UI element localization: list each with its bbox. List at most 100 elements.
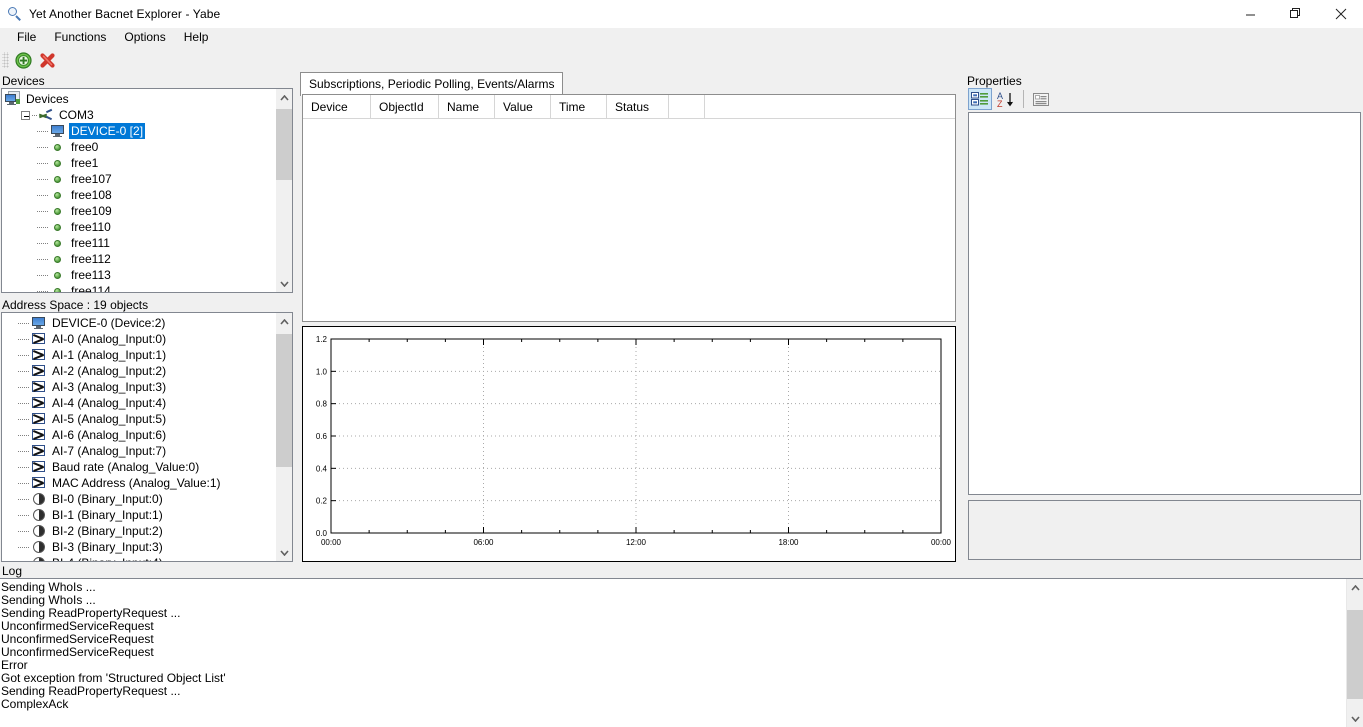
scroll-up-icon[interactable]	[276, 313, 293, 330]
tree-connector	[37, 227, 49, 228]
devices-tree-scrollbar[interactable]	[275, 89, 292, 292]
scroll-down-icon[interactable]	[276, 544, 293, 561]
scrollbar-thumb[interactable]	[1347, 610, 1363, 700]
devices-tree-item[interactable]: free109	[2, 203, 274, 219]
tree-connector	[18, 483, 30, 484]
scroll-up-icon[interactable]	[276, 89, 293, 106]
tree-connector	[32, 115, 37, 116]
analog-input-icon	[31, 363, 47, 379]
address-space-tree-item-label: AI-4 (Analog_Input:4)	[50, 395, 168, 411]
property-pages-button[interactable]	[1029, 88, 1053, 110]
tree-connector	[37, 275, 49, 276]
remove-device-button[interactable]	[35, 49, 59, 71]
scrollbar-thumb[interactable]	[276, 334, 293, 467]
address-space-tree-item[interactable]: BI-2 (Binary_Input:2)	[2, 523, 274, 539]
devices-tree-item[interactable]: free107	[2, 171, 274, 187]
tree-connector	[18, 547, 30, 548]
trend-chart-panel[interactable]: 0.00.20.40.60.81.01.200:0006:0012:0018:0…	[302, 326, 956, 562]
address-space-tree-item[interactable]: AI-7 (Analog_Input:7)	[2, 443, 274, 459]
devices-tree-item[interactable]: COM3	[2, 107, 274, 123]
address-space-tree-item[interactable]: AI-1 (Analog_Input:1)	[2, 347, 274, 363]
devices-tree-item[interactable]: DEVICE-0 [2]	[2, 123, 274, 139]
scrollbar-track[interactable]	[276, 330, 292, 544]
address-space-tree-item[interactable]: BI-1 (Binary_Input:1)	[2, 507, 274, 523]
menu-functions[interactable]: Functions	[45, 28, 115, 47]
tab-subscriptions[interactable]: Subscriptions, Periodic Polling, Events/…	[300, 72, 563, 96]
address-space-tree-item[interactable]: DEVICE-0 (Device:2)	[2, 315, 274, 331]
address-space-tree-item-label: AI-7 (Analog_Input:7)	[50, 443, 168, 459]
address-space-tree-item[interactable]: BI-3 (Binary_Input:3)	[2, 539, 274, 555]
green-dot-icon	[50, 219, 66, 235]
address-space-tree-item[interactable]: AI-3 (Analog_Input:3)	[2, 379, 274, 395]
add-device-button[interactable]	[11, 49, 35, 71]
properties-grid[interactable]	[968, 112, 1361, 495]
grid-column-header[interactable]: ObjectId	[371, 95, 439, 118]
devices-tree-item[interactable]: free108	[2, 187, 274, 203]
scrollbar-track[interactable]	[1347, 596, 1363, 710]
devices-tree-item[interactable]: free111	[2, 235, 274, 251]
scroll-down-icon[interactable]	[276, 275, 293, 292]
address-space-tree-item[interactable]: AI-5 (Analog_Input:5)	[2, 411, 274, 427]
tree-connector	[18, 323, 30, 324]
tree-connector	[37, 131, 49, 132]
scrollbar-track[interactable]	[276, 106, 292, 275]
menu-options[interactable]: Options	[115, 28, 174, 47]
grid-column-header[interactable]: Name	[439, 95, 495, 118]
tree-connector	[18, 355, 30, 356]
green-dot-icon	[50, 251, 66, 267]
address-space-tree-item-label: AI-5 (Analog_Input:5)	[50, 411, 168, 427]
scroll-up-icon[interactable]	[1347, 579, 1363, 596]
devices-tree-item[interactable]: free1	[2, 155, 274, 171]
green-dot-icon	[50, 187, 66, 203]
tree-collapse-icon[interactable]	[21, 111, 30, 120]
address-space-tree-panel: DEVICE-0 (Device:2)AI-0 (Analog_Input:0)…	[1, 312, 293, 562]
toolbar-separator	[1023, 90, 1024, 108]
close-icon[interactable]	[1318, 0, 1363, 28]
address-space-tree[interactable]: DEVICE-0 (Device:2)AI-0 (Analog_Input:0)…	[2, 313, 274, 561]
address-space-tree-item[interactable]: BI-0 (Binary_Input:0)	[2, 491, 274, 507]
menu-help[interactable]: Help	[175, 28, 218, 47]
binary-input-icon	[31, 491, 47, 507]
log-line: ComplexAck	[0, 698, 1345, 711]
devices-tree[interactable]: DevicesCOM3DEVICE-0 [2]free0free1free107…	[2, 89, 274, 292]
address-space-scrollbar[interactable]	[275, 313, 292, 561]
devices-tree-item[interactable]: free114	[2, 283, 274, 292]
menu-file[interactable]: File	[8, 28, 45, 47]
address-space-tree-item[interactable]: AI-6 (Analog_Input:6)	[2, 427, 274, 443]
address-space-tree-item[interactable]: AI-0 (Analog_Input:0)	[2, 331, 274, 347]
devices-tree-item[interactable]: free110	[2, 219, 274, 235]
grid-column-header[interactable]: Status	[607, 95, 669, 118]
grid-column-header[interactable]: Value	[495, 95, 551, 118]
alphabetical-sort-button[interactable]: A Z	[994, 88, 1018, 110]
address-space-tree-item[interactable]: MAC Address (Analog_Value:1)	[2, 475, 274, 491]
log-panel[interactable]: Sending WhoIs ...Sending WhoIs ...Sendin…	[0, 578, 1363, 727]
grid-column-header[interactable]: Device	[303, 95, 371, 118]
address-space-tree-item[interactable]: Baud rate (Analog_Value:0)	[2, 459, 274, 475]
properties-grid-rows[interactable]	[969, 113, 1360, 494]
scrollbar-thumb[interactable]	[276, 109, 293, 180]
analog-input-icon	[31, 331, 47, 347]
address-space-tree-item-label: MAC Address (Analog_Value:1)	[50, 475, 223, 491]
grid-column-header[interactable]	[669, 95, 705, 118]
maximize-icon[interactable]	[1273, 0, 1318, 28]
trend-chart[interactable]: 0.00.20.40.60.81.01.200:0006:0012:0018:0…	[303, 327, 955, 561]
devices-tree-item[interactable]: free113	[2, 267, 274, 283]
devices-tree-item[interactable]: free112	[2, 251, 274, 267]
devices-tree-item[interactable]: Devices	[2, 91, 274, 107]
toolbar-grip[interactable]	[2, 52, 9, 68]
devices-tree-item[interactable]: free0	[2, 139, 274, 155]
address-space-tree-item[interactable]: BI-4 (Binary_Input:4)	[2, 555, 274, 561]
address-space-tree-item[interactable]: AI-4 (Analog_Input:4)	[2, 395, 274, 411]
minimize-icon[interactable]	[1228, 0, 1273, 28]
tree-connector	[18, 339, 30, 340]
binary-input-icon	[31, 507, 47, 523]
grid-column-header[interactable]: Time	[551, 95, 607, 118]
subscriptions-grid-body[interactable]	[303, 119, 955, 321]
address-space-tree-item[interactable]: AI-2 (Analog_Input:2)	[2, 363, 274, 379]
scroll-down-icon[interactable]	[1347, 710, 1363, 727]
log-scrollbar[interactable]	[1346, 579, 1363, 727]
address-space-tree-item-label: AI-1 (Analog_Input:1)	[50, 347, 168, 363]
devices-tree-item-label: free114	[69, 283, 113, 292]
categorized-button[interactable]	[968, 88, 992, 110]
green-dot-icon	[50, 171, 66, 187]
